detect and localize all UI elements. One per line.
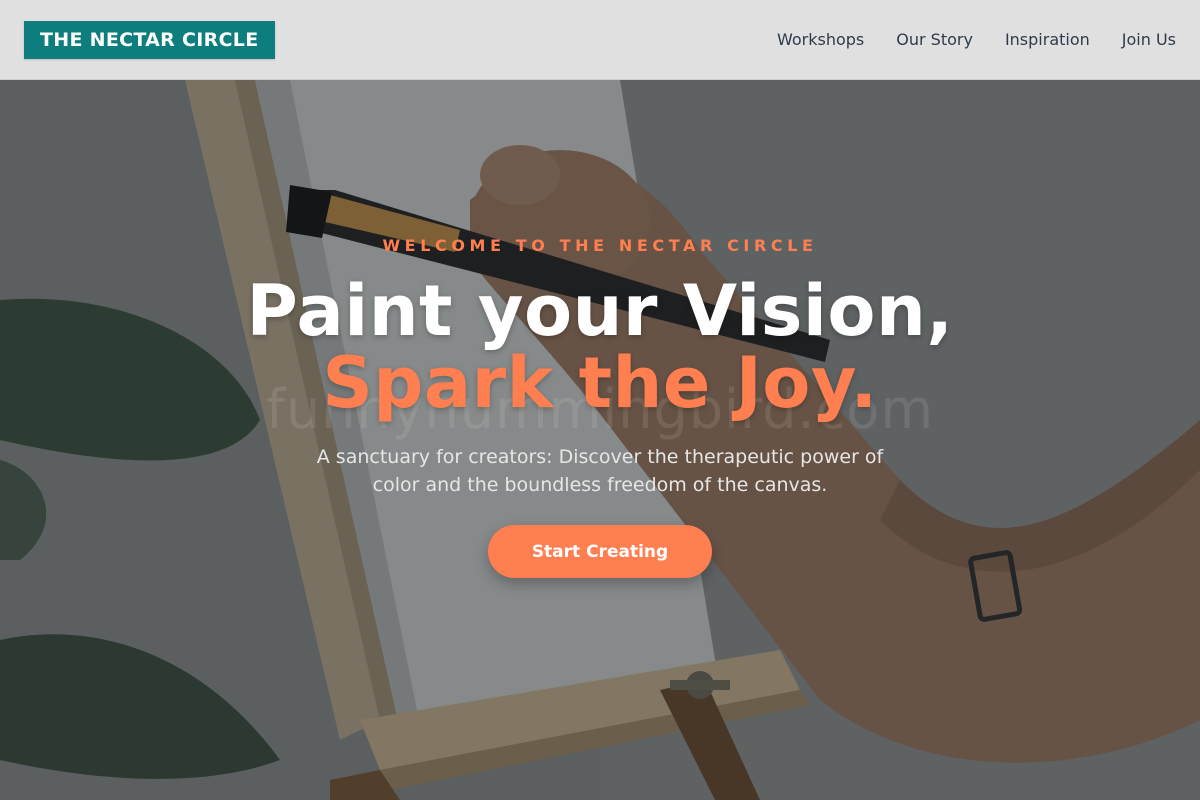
hero-section: WELCOME TO THE NECTAR CIRCLE funnyhummin… (0, 0, 1200, 800)
hero-headline-line1: Paint your Vision, (246, 270, 954, 352)
start-creating-button[interactable]: Start Creating (488, 525, 712, 578)
hero-subtitle: A sanctuary for creators: Discover the t… (316, 446, 884, 496)
hero-headline-line2: Spark the Joy. (322, 342, 878, 424)
hero-eyebrow: WELCOME TO THE NECTAR CIRCLE (382, 236, 818, 255)
